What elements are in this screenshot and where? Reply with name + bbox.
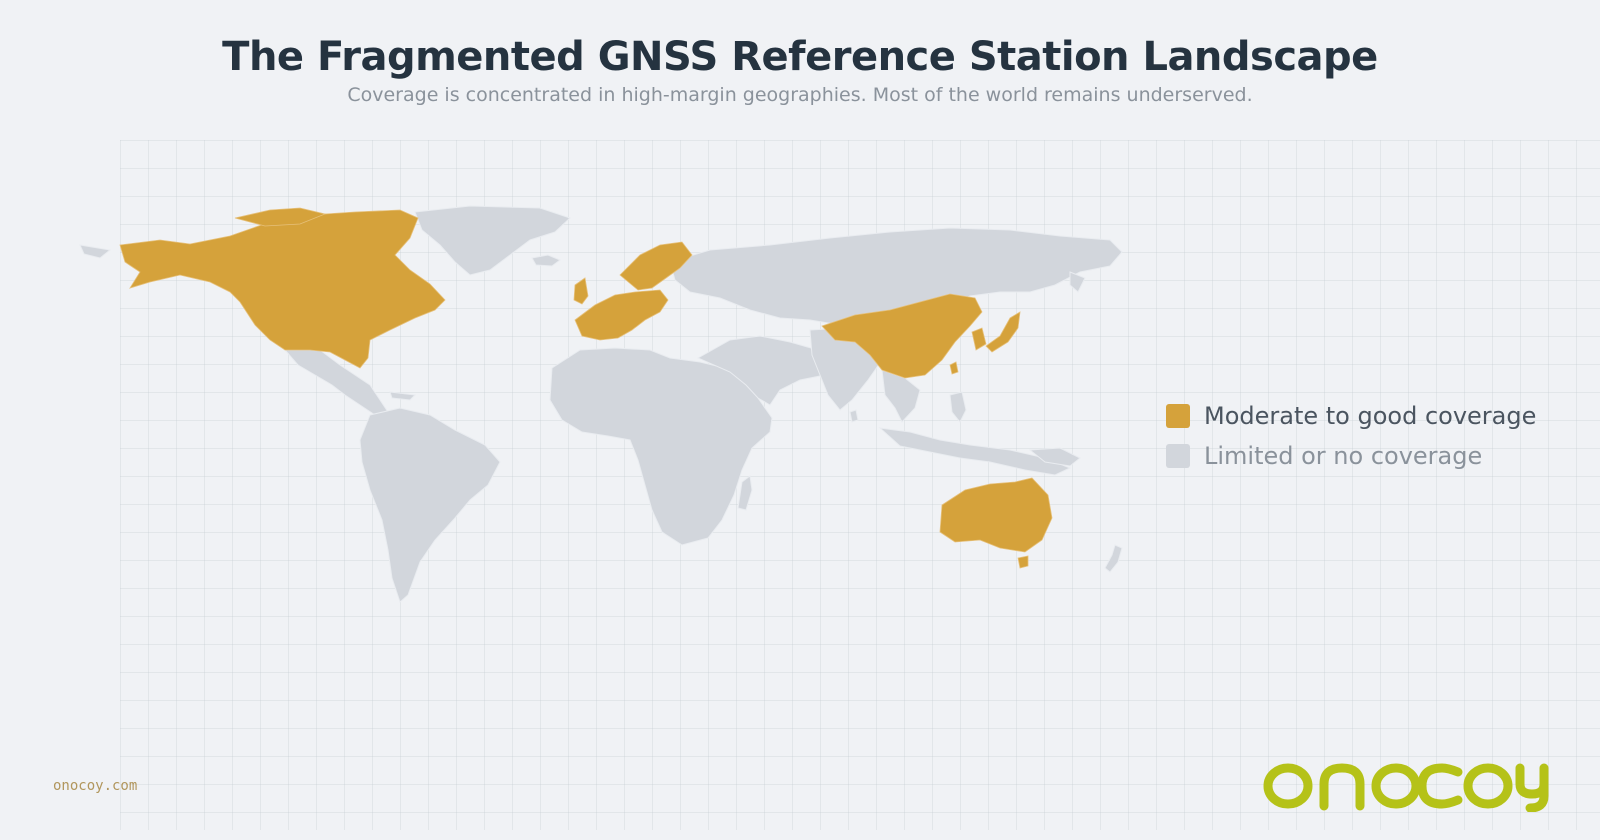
map-legend: Moderate to good coverage Limited or no …: [1166, 396, 1536, 476]
page-title: The Fragmented GNSS Reference Station La…: [222, 34, 1378, 80]
onocoy-logo: [1263, 763, 1549, 812]
philippines: [949, 391, 967, 423]
page-subtitle: Coverage is concentrated in high-margin …: [347, 84, 1253, 106]
korea: [971, 327, 987, 351]
sri-lanka: [849, 409, 859, 423]
uk-ireland: [573, 277, 589, 305]
legend-swatch-covered: [1166, 404, 1190, 428]
alaska-aleutians: [79, 244, 112, 259]
legend-label-uncovered: Limited or no coverage: [1204, 442, 1483, 470]
legend-item-uncovered: Limited or no coverage: [1166, 436, 1536, 476]
australia: [939, 477, 1053, 553]
japan: [985, 311, 1021, 353]
legend-item-covered: Moderate to good coverage: [1166, 396, 1536, 436]
madagascar: [737, 475, 753, 511]
southeast-asia: [881, 369, 921, 423]
iceland: [531, 254, 561, 267]
legend-swatch-uncovered: [1166, 444, 1190, 468]
south-america: [359, 407, 501, 603]
mexico-central-america: [283, 349, 389, 416]
kamchatka: [1069, 271, 1086, 293]
new-zealand: [1104, 544, 1123, 573]
tasmania: [1017, 555, 1029, 569]
world-coverage-map: [79, 205, 1123, 603]
legend-label-covered: Moderate to good coverage: [1204, 402, 1537, 430]
caribbean: [389, 391, 417, 401]
north-america: [119, 209, 446, 369]
taiwan: [949, 361, 959, 375]
footer-url: onocoy.com: [53, 778, 138, 794]
western-europe: [574, 289, 669, 341]
